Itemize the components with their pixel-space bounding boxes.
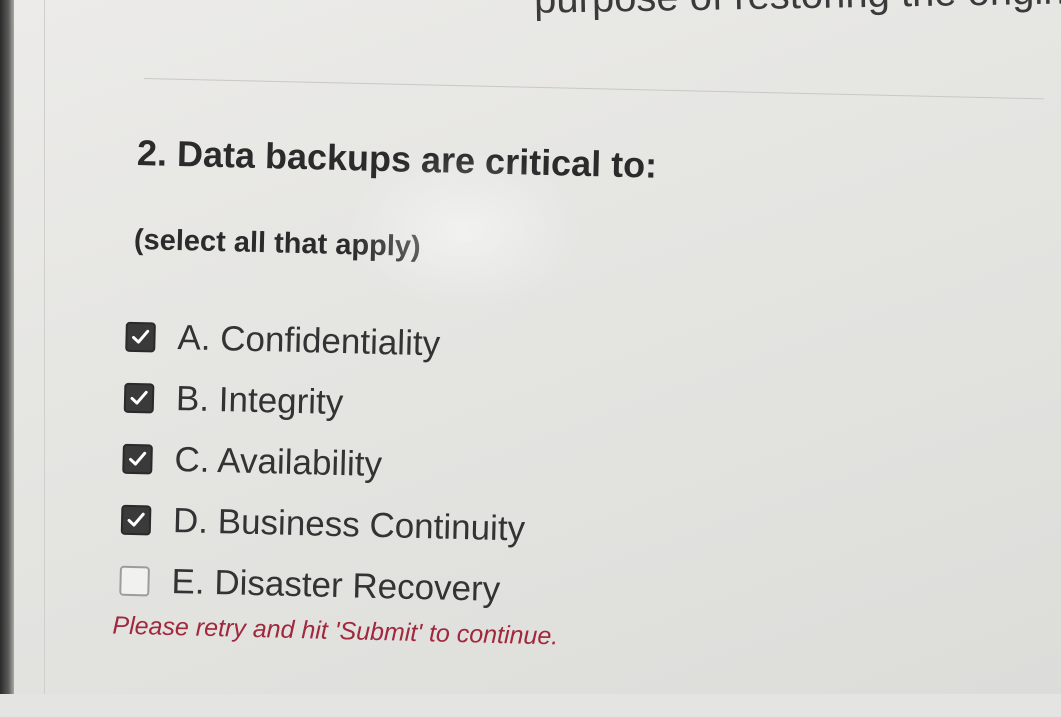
- checkbox-confidentiality[interactable]: [125, 321, 156, 353]
- checkbox-integrity[interactable]: [123, 382, 155, 413]
- option-label: D. Business Continuity: [172, 500, 526, 549]
- checkbox-disaster-recovery[interactable]: [119, 565, 150, 596]
- checkmark-icon: [132, 329, 150, 344]
- question-block: 2. Data backups are critical to: (select…: [7, 0, 1061, 717]
- checkbox-availability[interactable]: [122, 443, 153, 474]
- option-label: C. Availability: [174, 439, 383, 484]
- option-business-continuity[interactable]: D. Business Continuity: [120, 489, 526, 560]
- option-label: B. Integrity: [175, 378, 344, 422]
- quiz-page: purpose of restoring the original data. …: [14, 0, 1061, 694]
- question-title: 2. Data backups are critical to:: [136, 132, 658, 186]
- option-label: A. Confidentiality: [177, 317, 441, 363]
- option-availability[interactable]: C. Availability: [122, 428, 527, 499]
- checkmark-icon: [130, 390, 148, 405]
- option-confidentiality[interactable]: A. Confidentiality: [125, 306, 530, 377]
- question-instruction: (select all that apply): [133, 223, 422, 263]
- answer-options: A. Confidentiality B. Integrity C. Avail…: [119, 306, 530, 621]
- option-disaster-recovery[interactable]: E. Disaster Recovery: [119, 550, 524, 621]
- checkmark-icon: [129, 451, 147, 466]
- option-integrity[interactable]: B. Integrity: [123, 367, 528, 438]
- checkmark-icon: [127, 512, 145, 527]
- option-label: E. Disaster Recovery: [171, 561, 501, 609]
- checkbox-business-continuity[interactable]: [120, 504, 152, 535]
